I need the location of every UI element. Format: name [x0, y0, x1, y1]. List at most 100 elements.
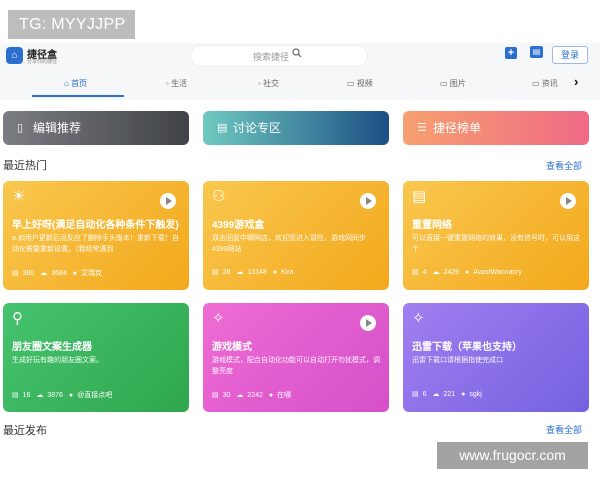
add-icon[interactable]: + [505, 47, 517, 59]
search-icon[interactable] [292, 48, 302, 61]
tab-life[interactable]: ◦ 生活 [166, 78, 187, 89]
comment-icon: ▤ [212, 392, 219, 399]
shortcut-card[interactable]: ⚇ 4399游戏盒 双击回复中聊网店，欢迎您进入冒险，游戏网同步4399网站 ▤… [203, 181, 389, 290]
card-description: 生成好玩有趣的朋友圈文案。 [12, 357, 103, 364]
shortcut-card[interactable]: ✧ 迅雷下载（苹果也支持） 迅雷下载口请根据指使完成口 ▤ 6 ☁ 221 ● sgk… [403, 303, 589, 412]
comment-icon: ▤ [412, 269, 419, 276]
location-icon: ⚲ [12, 310, 23, 327]
download-icon: ☁ [432, 269, 440, 276]
play-icon[interactable] [360, 193, 376, 209]
chevron-right-icon[interactable]: › [574, 74, 578, 89]
comment-icon: ▤ [412, 391, 419, 398]
gamepad-icon: ⚇ [212, 188, 226, 205]
category-editor-picks[interactable]: ▯ 编辑推荐 [3, 111, 189, 145]
category-rankings[interactable]: ☰ 捷径榜单 [403, 111, 589, 145]
watermark-top: TG: MYYJJPP [8, 10, 135, 39]
card-description: 迅雷下载口请根据指使完成口 [412, 357, 503, 364]
author-name[interactable]: 在哪 [277, 390, 291, 400]
download-icon: ☁ [40, 270, 48, 277]
watermark-bottom: www.frugocr.com [437, 442, 588, 469]
download-count: 3684 [51, 270, 67, 277]
section-title-hot: 最近热门 [3, 160, 47, 172]
active-tab-indicator [32, 95, 124, 97]
download-count: 2429 [443, 269, 460, 276]
author-name[interactable]: sgkj [469, 391, 481, 398]
download-icon: ☁ [236, 392, 244, 399]
search-placeholder: 搜索捷径 [253, 52, 290, 62]
author-icon: ● [272, 269, 278, 276]
comment-count: 30 [222, 392, 231, 399]
shortcut-card[interactable]: ⚲ 朋友圈文案生成器 生成好玩有趣的朋友圈文案。 ▤ 16 ☁ 3876 ● @直接点… [3, 303, 189, 412]
card-description: 双击回复中聊网店，欢迎您进入冒险，游戏网同步4399网站 [212, 235, 366, 253]
login-button[interactable]: 登录 [552, 46, 588, 64]
author-name[interactable]: 艾瑞克 [81, 268, 102, 278]
card-stats: ▤ 6 ☁ 221 ● sgkj [412, 390, 486, 398]
card-title: 4399游戏盒 [212, 220, 265, 231]
card-stats: ▤ 28 ☁ 13148 ● Kira [212, 268, 297, 276]
nav-tabs: ⌂ 首页 ◦ 生活 ◦ 社交 ▭ 视频 ▭ 图片 ▭ 资讯 › [0, 74, 600, 98]
download-count: 3876 [47, 392, 63, 399]
brand-subtitle: 分享你的捷径 [27, 59, 58, 65]
card-stats: ▤ 380 ☁ 3684 ● 艾瑞克 [12, 268, 106, 278]
comment-count: 16 [22, 392, 31, 399]
card-stats: ▤ 16 ☁ 3876 ● @直接点吧 [12, 390, 116, 400]
download-icon: ☁ [236, 269, 244, 276]
card-description: a.如用户更新后没反应了删除手头版本！重新下载！自动化需要重新设置。（我经常遇到 [12, 235, 179, 253]
play-icon[interactable] [160, 193, 176, 209]
play-icon[interactable] [360, 315, 376, 331]
card-stats: ▤ 30 ☁ 2242 ● 在哪 [212, 390, 295, 400]
sun-icon: ☀ [12, 188, 26, 205]
comment-icon: ▤ [12, 270, 19, 277]
list-icon: ☰ [417, 122, 427, 134]
author-icon: ● [68, 392, 74, 399]
play-icon[interactable] [560, 193, 576, 209]
comment-count: 380 [22, 270, 35, 277]
card-title: 早上好呀(满足自动化各种条件下触发) [12, 220, 179, 231]
author-icon: ● [72, 270, 78, 277]
tab-video[interactable]: ▭ 视频 [347, 78, 373, 89]
comment-icon: ▤ [12, 392, 19, 399]
card-description: 可以直接一键重置网络的效果，没有信号时，可以用这个 [412, 235, 580, 253]
tab-social[interactable]: ◦ 社交 [258, 78, 279, 89]
header: ⌂ 捷径盒 分享你的捷径 搜索捷径 + ▤ 登录 ⌂ 首页 ◦ 生活 ◦ 社交 … [0, 43, 600, 100]
shortcut-card[interactable]: ✧ 游戏模式 游戏模式，配合自动化功能可以自动打开勿扰模式，调整亮度 ▤ 30 ☁… [203, 303, 389, 412]
see-all-hot-link[interactable]: 查看全部 [546, 159, 582, 172]
search-input[interactable]: 搜索捷径 [191, 46, 367, 66]
card-title: 重置网络 [412, 220, 452, 231]
download-count: 2242 [247, 392, 263, 399]
magic-wand-icon: ✧ [212, 310, 225, 327]
card-title: 迅雷下载（苹果也支持） [412, 342, 522, 353]
author-name[interactable]: AvastWannacry [473, 269, 522, 276]
chat-icon: ▤ [217, 122, 228, 134]
comment-count: 28 [222, 269, 231, 276]
see-all-new-link[interactable]: 查看全部 [546, 423, 582, 436]
shortcut-card[interactable]: ▤ 重置网络 可以直接一键重置网络的效果，没有信号时，可以用这个 ▤ 4 ☁ 242… [403, 181, 589, 290]
download-count: 221 [443, 391, 456, 398]
download-icon: ☁ [36, 392, 44, 399]
card-title: 游戏模式 [212, 342, 252, 353]
document-icon: ▤ [412, 188, 427, 205]
author-name[interactable]: Kira [281, 269, 293, 276]
download-count: 13148 [247, 269, 267, 276]
tab-news[interactable]: ▭ 资讯 [532, 78, 558, 89]
author-icon: ● [461, 391, 466, 398]
card-description: 游戏模式，配合自动化功能可以自动打开勿扰模式，调整亮度 [212, 357, 380, 375]
comment-icon: ▤ [212, 269, 219, 276]
shortcut-card[interactable]: ☀ 早上好呀(满足自动化各种条件下触发) a.如用户更新后没反应了删除手头版本！… [3, 181, 189, 290]
card-title: 朋友圈文案生成器 [12, 342, 92, 353]
category-discussion[interactable]: ▤ 讨论专区 [203, 111, 389, 145]
magic-wand-icon: ✧ [412, 310, 425, 327]
tab-image[interactable]: ▭ 图片 [440, 78, 466, 89]
message-icon[interactable]: ▤ [530, 46, 543, 58]
tab-home[interactable]: ⌂ 首页 [64, 78, 87, 89]
author-icon: ● [465, 269, 470, 276]
bookmark-icon: ▯ [17, 122, 24, 134]
logo-icon[interactable]: ⌂ [6, 47, 23, 64]
card-stats: ▤ 4 ☁ 2429 ● AvastWannacry [412, 268, 526, 276]
section-title-new: 最近发布 [3, 425, 47, 437]
comment-count: 4 [422, 269, 427, 276]
download-icon: ☁ [432, 391, 440, 398]
author-name[interactable]: @直接点吧 [77, 390, 112, 400]
author-icon: ● [268, 392, 274, 399]
comment-count: 6 [422, 391, 427, 398]
